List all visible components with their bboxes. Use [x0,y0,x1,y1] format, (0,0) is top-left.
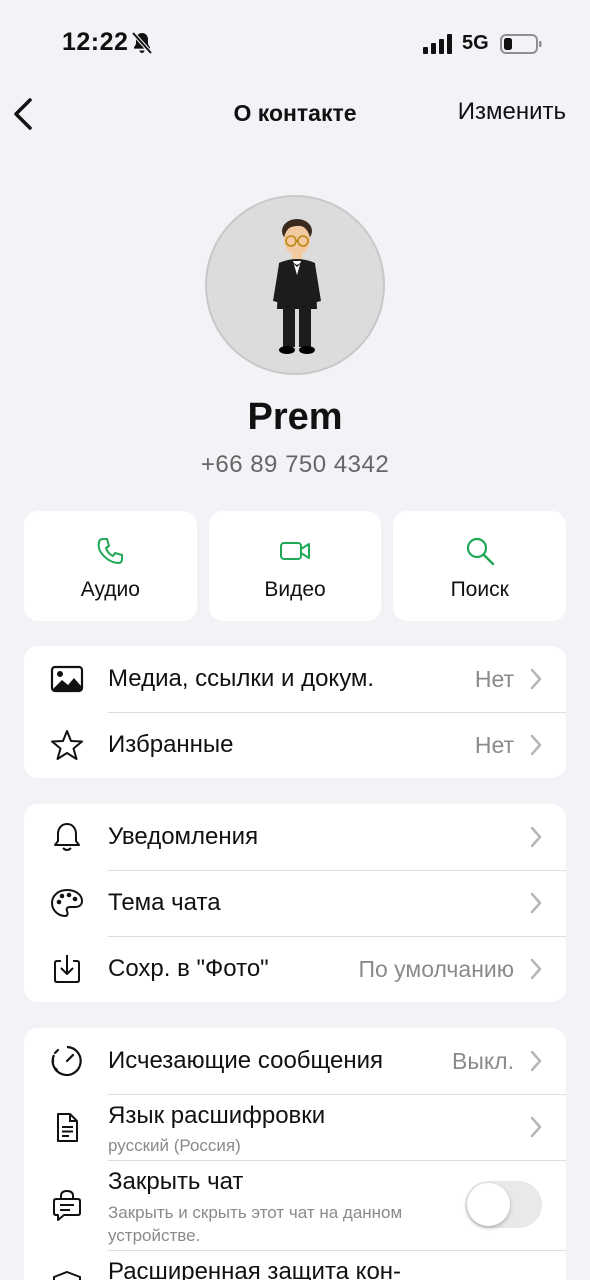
star-icon [51,730,83,760]
media-links-docs-row[interactable]: Медиа, ссылки и докум. Нет [24,646,566,712]
transcription-language-label: Язык расшифровки [108,1102,326,1129]
avatar-figure [273,219,321,354]
audio-call-button[interactable]: Аудио [24,511,197,621]
palette-icon [50,888,84,918]
nav-bar: О контакте Изменить [0,88,590,140]
bell-slash-icon [131,31,153,55]
toggle-knob [467,1183,510,1226]
starred-row[interactable]: Избранные Нет [24,712,566,778]
video-call-label: Видео [264,578,326,601]
timer-icon [51,1045,82,1077]
bell-icon [54,823,80,851]
chevron-right-icon [530,826,542,848]
status-time: 12:22 [62,28,129,56]
disappearing-messages-row[interactable]: Исчезающие сообщения Выкл. [24,1028,566,1094]
notifications-row[interactable]: Уведомления [24,804,566,870]
lock-chat-description-line2: устройстве. [108,1226,201,1245]
lock-chat-row: Закрыть чат Закрыть и скрыть этот чат на… [24,1160,566,1250]
chevron-right-icon [530,668,542,690]
action-buttons: Аудио Видео Поиск [24,511,567,621]
lock-chat-description-line1: Закрыть и скрыть этот чат на данном [108,1203,403,1222]
chevron-right-icon [530,1116,542,1138]
save-to-photos-label: Сохр. в "Фото" [108,955,269,982]
disappearing-messages-label: Исчезающие сообщения [108,1047,384,1074]
notifications-label: Уведомления [108,823,259,850]
media-group: Медиа, ссылки и докум. Нет Избранные Нет [24,646,566,778]
chat-theme-label: Тема чата [108,889,221,916]
lock-chat-label: Закрыть чат [108,1168,244,1195]
contact-name: Prem [247,396,343,438]
lock-chat-icon [53,1189,81,1221]
chevron-right-icon [530,734,542,756]
video-call-button[interactable]: Видео [208,511,382,621]
media-value: Нет [474,666,514,692]
audio-call-label: Аудио [80,578,140,601]
status-bar: 12:22 5G [0,0,590,88]
network-type: 5G [462,32,489,54]
chevron-right-icon [530,958,542,980]
photo-icon [50,665,84,693]
lock-chat-toggle[interactable] [465,1181,542,1228]
transcription-language-value: русский (Россия) [108,1136,241,1155]
disappearing-messages-value: Выкл. [451,1048,514,1074]
search-button[interactable]: Поиск [393,511,567,621]
starred-value: Нет [474,732,514,758]
advanced-privacy-label: Расширенная защита кон- [108,1258,402,1280]
search-icon [466,537,494,566]
starred-label: Избранные [108,731,234,758]
save-to-photos-row[interactable]: Сохр. в "Фото" По умолчанию [24,936,566,1002]
document-icon [57,1113,78,1142]
advanced-privacy-row[interactable]: Расширенная защита кон- [24,1250,566,1280]
settings-group: Уведомления Тема чата Сохр. в "Фото" По … [24,804,566,1002]
chevron-right-icon [530,892,542,914]
media-label: Медиа, ссылки и докум. [108,665,375,692]
shield-icon [53,1270,81,1280]
signal-icon [423,34,452,54]
save-to-photos-value: По умолчанию [358,956,514,982]
chevron-right-icon [530,1050,542,1072]
battery-icon [500,34,542,54]
chat-theme-row[interactable]: Тема чата [24,870,566,936]
video-icon [280,542,310,560]
download-icon [54,955,80,983]
avatar[interactable] [205,195,385,375]
edit-button[interactable]: Изменить [458,98,566,126]
phone-icon [98,538,124,564]
privacy-group: Исчезающие сообщения Выкл. Язык расшифро… [24,1028,566,1280]
contact-phone[interactable]: +66 89 750 4342 [0,451,590,479]
transcription-language-row[interactable]: Язык расшифровки русский (Россия) [24,1094,566,1160]
search-label: Поиск [450,578,509,601]
